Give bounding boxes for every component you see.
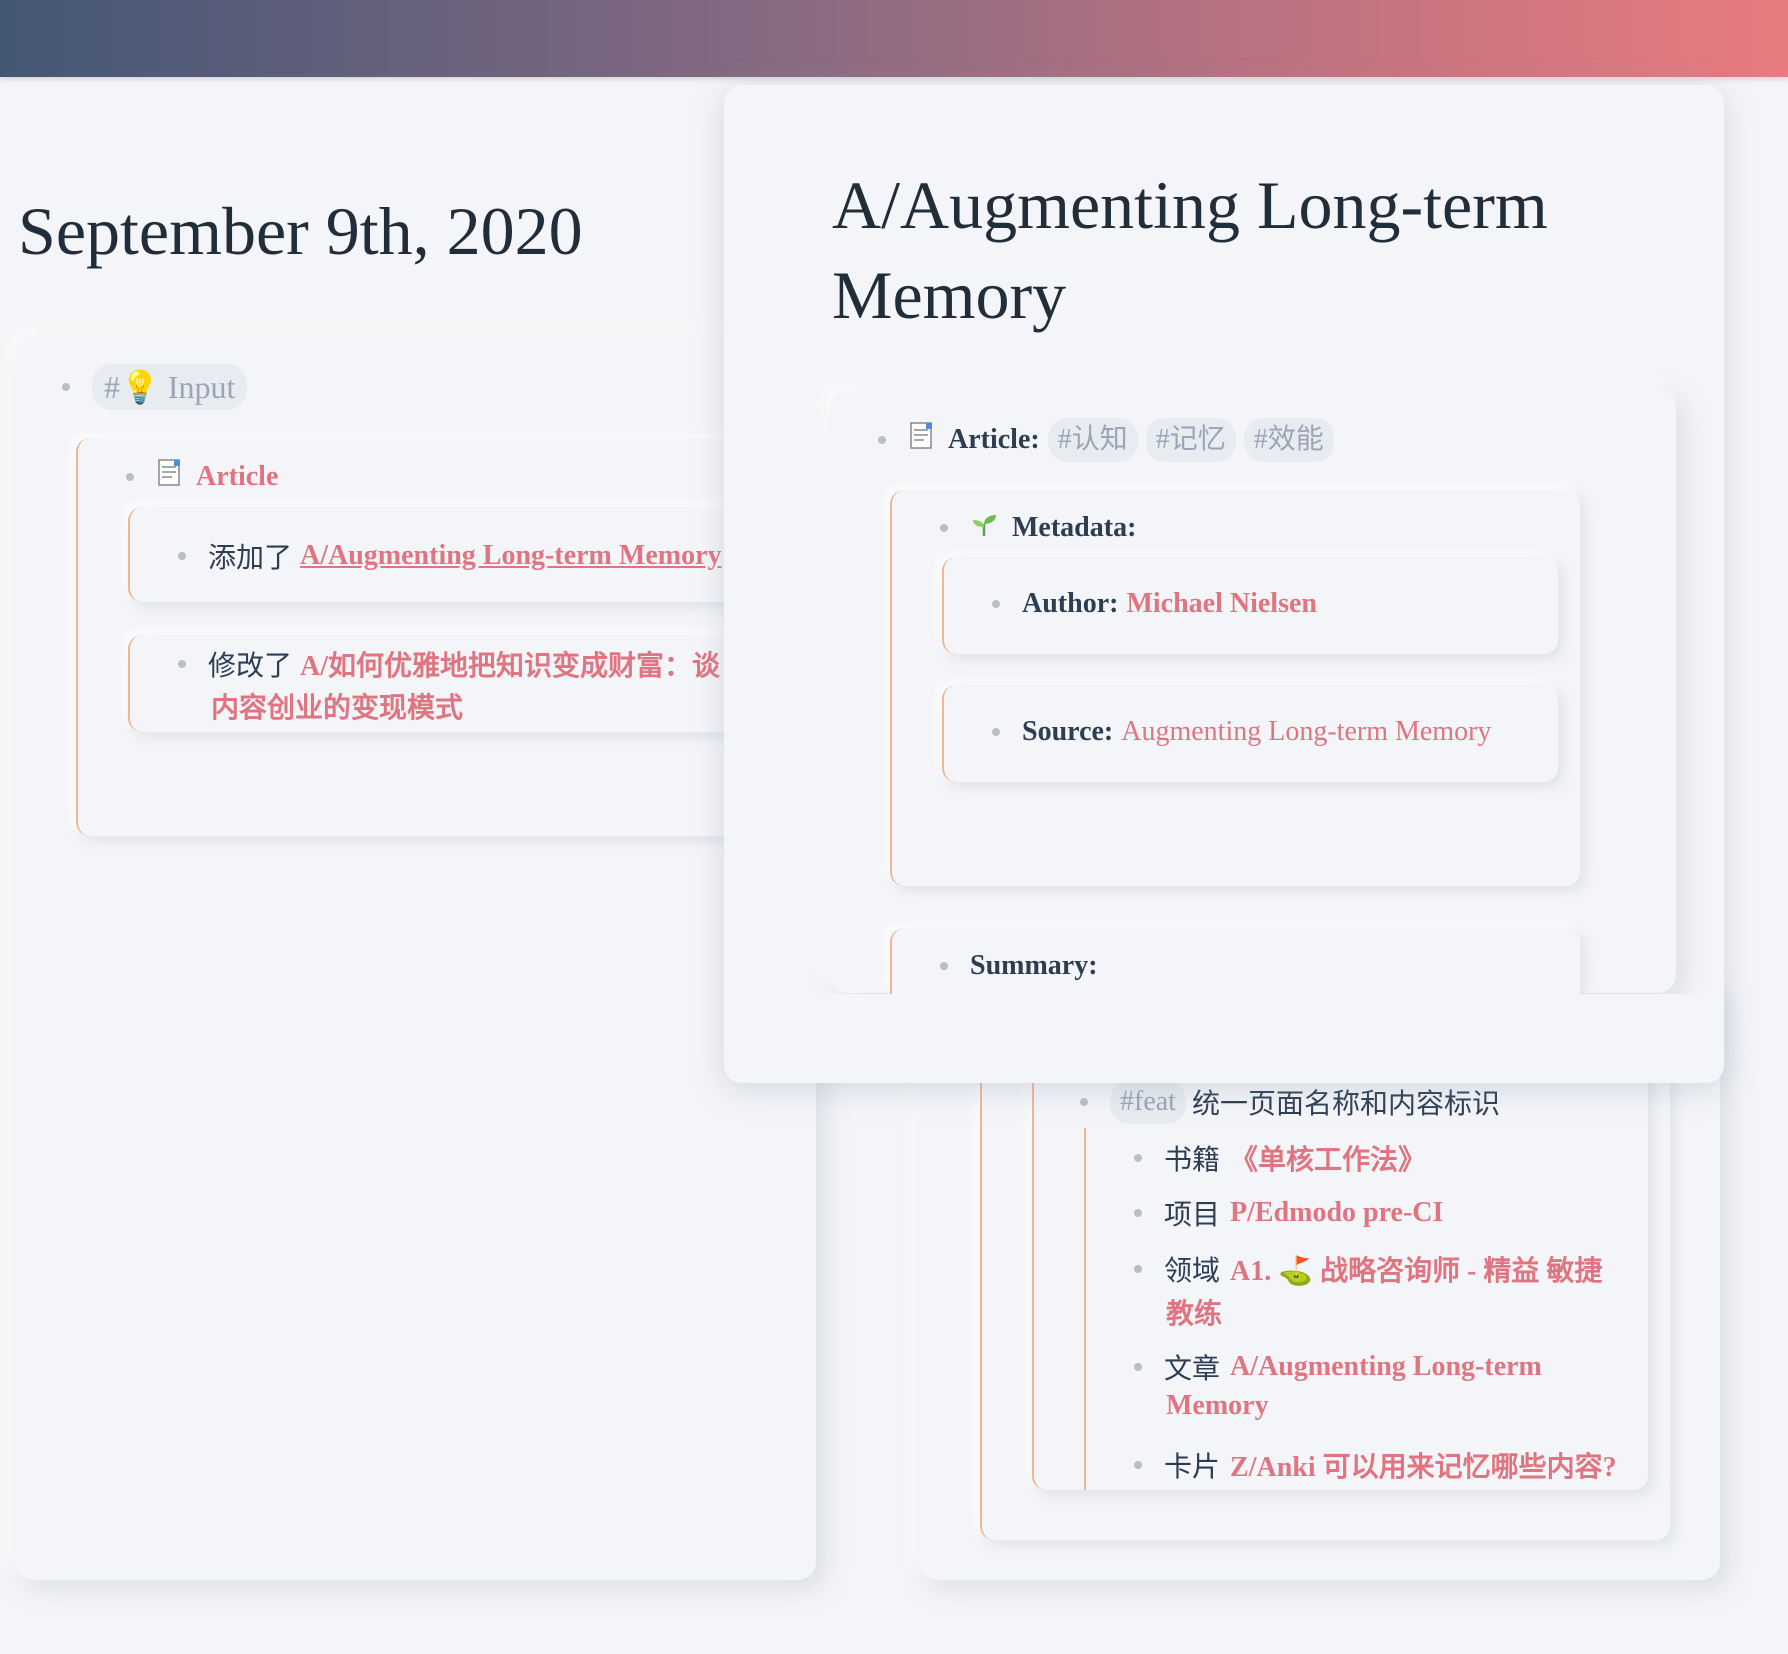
added-page-link[interactable]: A/Augmenting Long-term Memory: [300, 540, 721, 572]
item-link[interactable]: Z/Anki 可以用来记忆哪些内容?: [1230, 1445, 1617, 1485]
item-link[interactable]: A/Augmenting Long-term: [1230, 1351, 1542, 1383]
preview-page-title[interactable]: A/Augmenting Long-term Memory: [832, 160, 1548, 340]
item-prefix: 项目: [1164, 1200, 1221, 1231]
item-link-cont[interactable]: Memory: [1166, 1390, 1269, 1422]
tag-memory[interactable]: #记忆: [1145, 418, 1236, 462]
metadata-label: Metadata:: [1012, 512, 1137, 543]
bullet: [1134, 1154, 1142, 1162]
document-icon: [908, 421, 936, 459]
bullet: [878, 436, 886, 444]
bullet: [1134, 1461, 1142, 1469]
modified-row-cont: 内容创业的变现模式: [211, 686, 463, 726]
bullet: [992, 728, 1000, 736]
item-prefix: 领域: [1164, 1256, 1221, 1287]
bullet: [1134, 1265, 1142, 1273]
added-prefix: 添加了: [208, 543, 293, 574]
list-item-article-cont: Memory: [1166, 1390, 1269, 1422]
item-link[interactable]: P/Edmodo pre-CI: [1230, 1197, 1443, 1229]
article-label[interactable]: Article: [196, 461, 278, 493]
summary-label: Summary:: [970, 950, 1098, 981]
list-item-card: 卡片 Z/Anki 可以用来记忆哪些内容?: [1134, 1445, 1617, 1485]
modified-page-link[interactable]: A/如何优雅地把知识变成财富：谈: [300, 644, 720, 684]
source-label: Source:: [1022, 716, 1114, 747]
author-row: Author: Michael Nielsen: [992, 588, 1317, 620]
modified-prefix: 修改了: [208, 651, 293, 682]
bullet: [178, 660, 186, 668]
top-gradient-bar: [0, 0, 1788, 77]
bullet: [126, 473, 134, 481]
source-row: Source: Augmenting Long-term Memory: [992, 716, 1491, 748]
item-link[interactable]: 《单核工作法》: [1230, 1138, 1426, 1178]
feat-tag[interactable]: #feat: [1110, 1080, 1186, 1124]
preview-page-title-line2: Memory: [832, 257, 1067, 333]
bullet: [178, 552, 186, 560]
preview-article-row: Article: #认知 #记忆 #效能: [878, 418, 1334, 462]
author-label: Author:: [1022, 588, 1119, 619]
background-list-rule: [1084, 1128, 1086, 1490]
feat-text: 统一页面名称和内容标识: [1191, 1089, 1500, 1120]
bullet: [1134, 1363, 1142, 1371]
list-item-area-cont: 教练: [1166, 1292, 1222, 1332]
summary-row: Summary:: [940, 950, 1098, 982]
journal-date-title: September 9th, 2020: [18, 193, 583, 269]
feat-row: #feat 统一页面名称和内容标识: [1080, 1080, 1500, 1124]
tag-efficiency[interactable]: #效能: [1243, 418, 1334, 462]
modified-page-link-cont[interactable]: 内容创业的变现模式: [211, 686, 463, 726]
tag-cognition[interactable]: #认知: [1047, 418, 1138, 462]
source-link[interactable]: Augmenting Long-term Memory: [1121, 716, 1491, 748]
item-link[interactable]: A1. ⛳ 战略咨询师 - 精益 敏捷: [1230, 1249, 1602, 1289]
popover-bottom-area: [724, 994, 1724, 1083]
seedling-icon: [970, 510, 998, 546]
article-row[interactable]: Article: [126, 458, 278, 496]
modified-row: 修改了 A/如何优雅地把知识变成财富：谈: [178, 644, 720, 684]
added-row: 添加了 A/Augmenting Long-term Memory: [178, 536, 722, 576]
document-icon: [156, 458, 184, 496]
input-tag[interactable]: #💡 Input: [92, 364, 248, 410]
bullet: [940, 962, 948, 970]
bullet: [940, 524, 948, 532]
preview-article-label: Article:: [948, 424, 1040, 455]
item-prefix: 卡片: [1164, 1452, 1221, 1483]
bullet: [1080, 1098, 1088, 1106]
list-item-book: 书籍 《单核工作法》: [1134, 1138, 1426, 1178]
list-item-project: 项目 P/Edmodo pre-CI: [1134, 1193, 1443, 1233]
input-tag-row[interactable]: #💡 Input: [62, 364, 248, 410]
list-item-article: 文章 A/Augmenting Long-term: [1134, 1347, 1542, 1387]
item-prefix: 书籍: [1164, 1145, 1221, 1176]
item-link-cont[interactable]: 教练: [1166, 1292, 1222, 1332]
bullet: [992, 600, 1000, 608]
item-prefix: 文章: [1164, 1354, 1221, 1385]
bullet: [62, 383, 70, 391]
preview-page-title-line1: A/Augmenting Long-term: [832, 167, 1548, 243]
author-link[interactable]: Michael Nielsen: [1126, 588, 1317, 620]
bullet: [1134, 1209, 1142, 1217]
metadata-row: Metadata:: [940, 510, 1136, 546]
list-item-area: 领域 A1. ⛳ 战略咨询师 - 精益 敏捷: [1134, 1249, 1602, 1289]
